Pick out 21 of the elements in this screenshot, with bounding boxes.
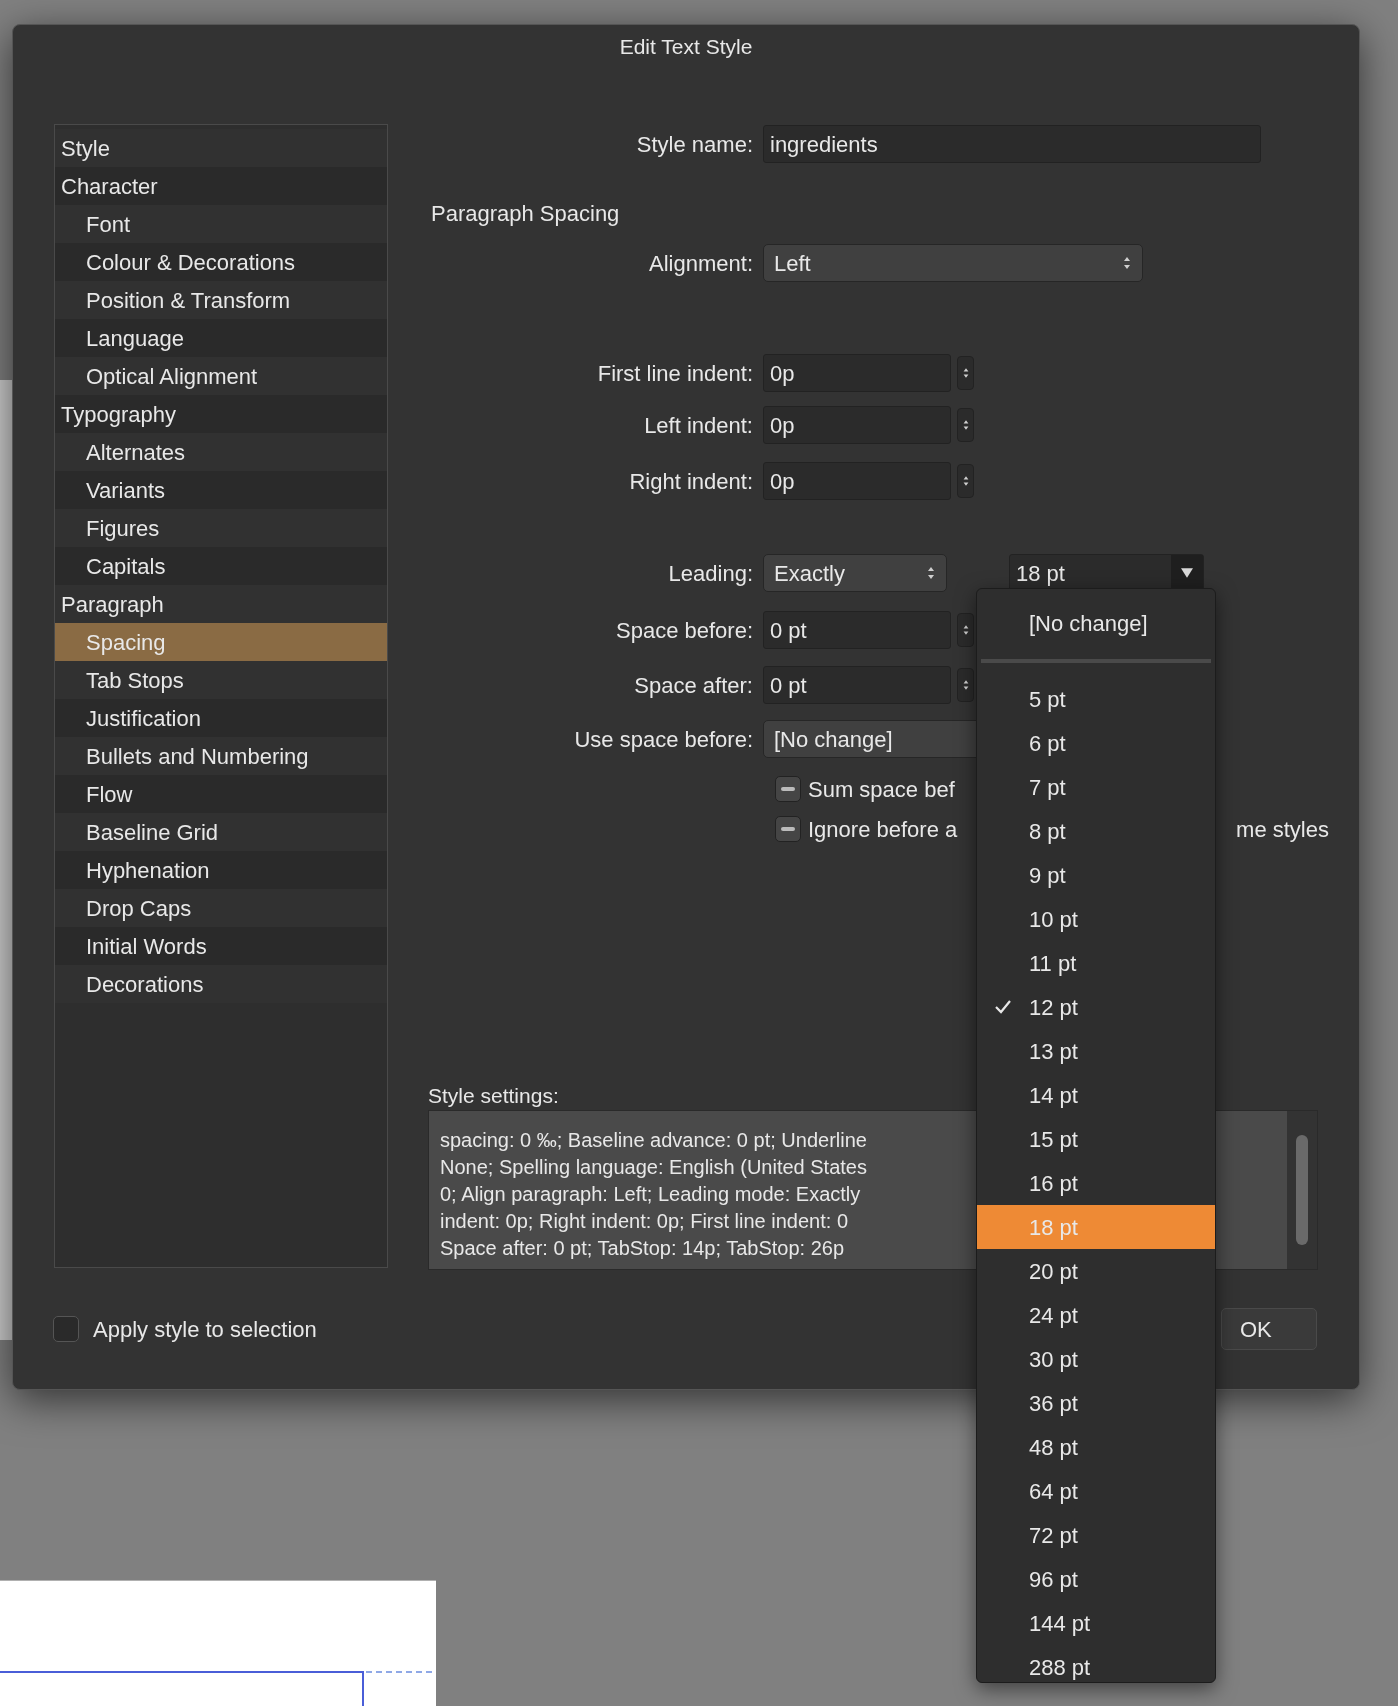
field-label: Left indent: xyxy=(643,411,754,440)
checkbox-label: Ignore before a xyxy=(808,815,958,844)
field-label: Right indent: xyxy=(628,467,754,496)
field-label: Leading: xyxy=(667,559,754,588)
field-label: Space after: xyxy=(633,671,754,700)
checkbox-label: Sum space bef xyxy=(808,775,955,804)
settings-text-line: None; Spelling language: English (United States xyxy=(440,1155,867,1180)
field-label: Space before: xyxy=(615,616,754,645)
settings-text-line: spacing: 0 ‰; Baseline advance: 0 pt; Underline xyxy=(440,1128,867,1153)
settings-text-line: Space after: 0 pt; TabStop: 14p; TabStop: 26p xyxy=(440,1236,845,1261)
field-label: Use space before: xyxy=(573,725,754,754)
checkbox-label: Apply style to selection xyxy=(93,1315,317,1344)
field-label: Alignment: xyxy=(648,249,754,278)
field-label: Style name: xyxy=(635,130,754,159)
section-heading: Paragraph Spacing xyxy=(431,199,620,228)
checkbox-label: me styles xyxy=(1236,815,1329,844)
settings-text-line: indent: 0p; Right indent: 0p; First line indent: 0 xyxy=(440,1209,850,1234)
dialog-title: Edit Text Style xyxy=(619,34,753,61)
settings-text-line: 0; Align paragraph: Left; Leading mode: Exactly xyxy=(440,1182,862,1207)
section-label: Style settings: xyxy=(428,1083,559,1110)
field-label: First line indent: xyxy=(596,359,754,388)
